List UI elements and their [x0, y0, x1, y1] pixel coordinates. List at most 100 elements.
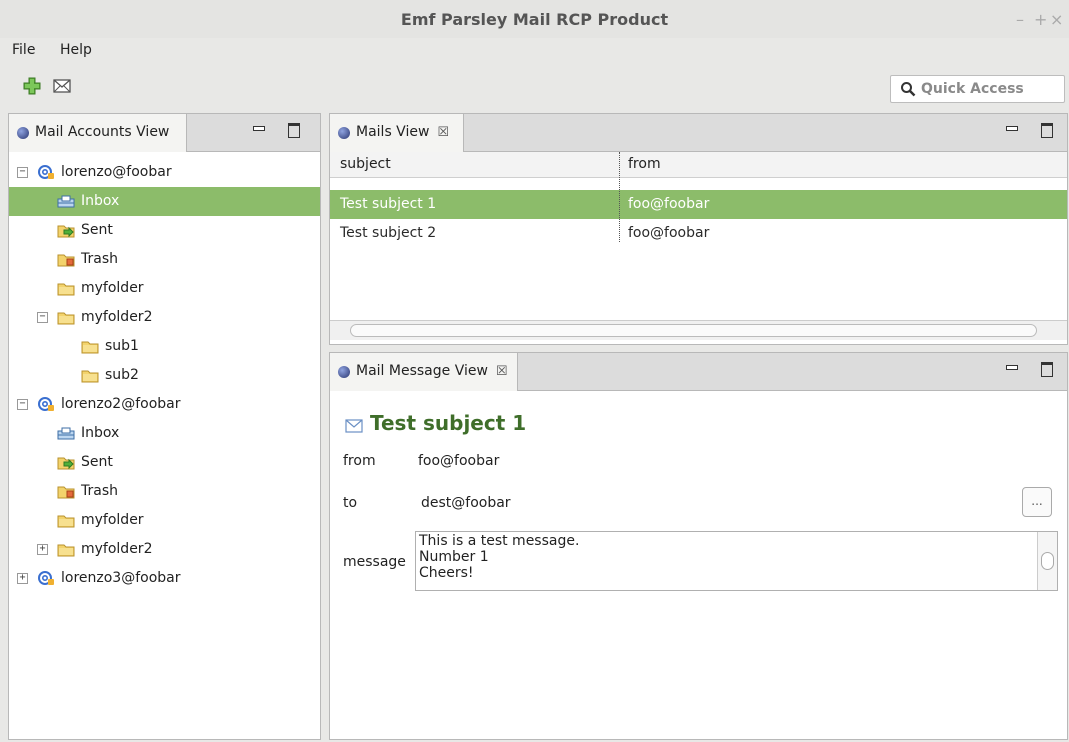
tree-item-label: Inbox — [81, 425, 120, 441]
scroll-thumb[interactable] — [350, 324, 1037, 337]
tab-mail-accounts-view[interactable]: Mail Accounts View — [9, 114, 187, 152]
tree-folder[interactable]: Inbox — [9, 419, 320, 448]
sent-icon — [57, 454, 75, 470]
mail-icon — [345, 419, 363, 433]
view-icon — [338, 127, 350, 139]
tab-label: Mail Accounts View — [35, 124, 170, 140]
minimize-view-button[interactable] — [1004, 361, 1018, 375]
row-from: foo@foobar — [628, 196, 710, 212]
minimize-view-button[interactable] — [1004, 122, 1018, 136]
plus-icon[interactable] — [22, 76, 42, 96]
maximize-window-button[interactable]: + — [1034, 10, 1047, 29]
column-divider — [619, 152, 620, 242]
inbox-icon — [57, 193, 75, 209]
collapse-icon[interactable]: − — [17, 399, 28, 410]
message-label: message — [343, 554, 406, 570]
minimize-window-button[interactable]: – — [1016, 10, 1024, 29]
tree-folder[interactable]: myfolder — [9, 274, 320, 303]
column-header-subject[interactable]: subject — [340, 156, 391, 172]
tree-item-label: lorenzo2@foobar — [61, 396, 181, 412]
tree-folder[interactable]: + myfolder2 — [9, 535, 320, 564]
to-value[interactable]: dest@foobar — [421, 495, 511, 511]
tree-account[interactable]: + lorenzo3@foobar — [9, 564, 320, 593]
message-body-textarea[interactable]: This is a test message. Number 1 Cheers! — [415, 531, 1058, 591]
tree-item-label: sub1 — [105, 338, 139, 354]
expand-icon[interactable]: + — [17, 573, 28, 584]
tree-folder[interactable]: Sent — [9, 448, 320, 477]
account-icon — [37, 164, 55, 180]
quick-access-input[interactable]: Quick Access — [890, 75, 1065, 103]
accounts-tree: − lorenzo@foobar Inbox Sent Trash myfolder − my… — [9, 158, 320, 739]
mail-accounts-view: Mail Accounts View − lorenzo@foobar Inbox S… — [8, 113, 321, 740]
folder-icon — [57, 541, 75, 557]
from-value[interactable]: foo@foobar — [418, 453, 499, 469]
tree-subfolder[interactable]: sub1 — [9, 332, 320, 361]
quick-access-placeholder: Quick Access — [921, 81, 1024, 97]
minimize-view-button[interactable] — [251, 122, 265, 136]
tree-subfolder[interactable]: sub2 — [9, 361, 320, 390]
tab-mails-view[interactable]: Mails View ☒ — [330, 114, 464, 152]
collapse-icon[interactable]: − — [17, 167, 28, 178]
maximize-view-button[interactable] — [287, 122, 301, 138]
row-subject: Test subject 2 — [340, 225, 437, 241]
tree-item-label: myfolder2 — [81, 541, 153, 557]
scroll-thumb[interactable] — [1041, 552, 1054, 570]
tree-item-label: Sent — [81, 454, 113, 470]
row-from: foo@foobar — [628, 225, 710, 241]
tree-item-label: Trash — [81, 483, 118, 499]
menu-file[interactable]: File — [12, 42, 35, 58]
maximize-view-button[interactable] — [1040, 122, 1054, 138]
account-icon — [37, 396, 55, 412]
tab-mail-message-view[interactable]: Mail Message View ☒ — [330, 353, 518, 391]
tree-folder[interactable]: Sent — [9, 216, 320, 245]
tree-account[interactable]: − lorenzo2@foobar — [9, 390, 320, 419]
row-subject: Test subject 1 — [340, 196, 437, 212]
tree-item-label: sub2 — [105, 367, 139, 383]
mail-icon[interactable] — [52, 76, 72, 96]
tree-account[interactable]: − lorenzo@foobar — [9, 158, 320, 187]
tree-folder[interactable]: myfolder — [9, 506, 320, 535]
message-subject-heading: Test subject 1 — [370, 411, 527, 435]
recipient-picker-button[interactable]: ... — [1022, 487, 1052, 517]
trash-icon — [57, 251, 75, 267]
account-icon — [37, 570, 55, 586]
tree-item-label: Sent — [81, 222, 113, 238]
column-header-from[interactable]: from — [628, 156, 661, 172]
tree-item-label: Trash — [81, 251, 118, 267]
tree-item-label: myfolder — [81, 280, 144, 296]
close-tab-icon[interactable]: ☒ — [437, 125, 449, 140]
close-tab-icon[interactable]: ☒ — [496, 364, 508, 379]
message-tab-row: Mail Message View ☒ — [330, 353, 1067, 391]
tree-folder[interactable]: − myfolder2 — [9, 303, 320, 332]
folder-icon — [57, 280, 75, 296]
title-bar: Emf Parsley Mail RCP Product – + × — [0, 0, 1069, 38]
message-line: Number 1 — [419, 549, 489, 565]
table-row[interactable]: Test subject 1 foo@foobar — [330, 190, 1067, 219]
vertical-scrollbar[interactable] — [1037, 532, 1057, 590]
table-header: subject from — [330, 152, 1067, 178]
expand-icon[interactable]: + — [37, 544, 48, 555]
maximize-view-button[interactable] — [1040, 361, 1054, 377]
mail-message-view: Mail Message View ☒ Test subject 1 from f… — [329, 352, 1068, 740]
message-line: Cheers! — [419, 565, 474, 581]
tree-item-label: Inbox — [81, 193, 120, 209]
tree-folder[interactable]: Inbox — [9, 187, 320, 216]
close-window-button[interactable]: × — [1050, 10, 1063, 29]
tree-folder[interactable]: Trash — [9, 477, 320, 506]
menu-bar: File Help — [0, 38, 1069, 64]
table-row[interactable]: Test subject 2 foo@foobar — [330, 219, 1067, 248]
sent-icon — [57, 222, 75, 238]
tree-item-label: lorenzo@foobar — [61, 164, 172, 180]
tree-folder[interactable]: Trash — [9, 245, 320, 274]
from-label: from — [343, 453, 376, 469]
accounts-tab-row: Mail Accounts View — [9, 114, 320, 152]
horizontal-scrollbar[interactable] — [330, 320, 1067, 340]
folder-icon — [57, 512, 75, 528]
folder-icon — [81, 367, 99, 383]
collapse-icon[interactable]: − — [37, 312, 48, 323]
tree-item-label: myfolder2 — [81, 309, 153, 325]
to-label: to — [343, 495, 358, 511]
search-icon — [901, 82, 916, 97]
folder-icon — [81, 338, 99, 354]
menu-help[interactable]: Help — [60, 42, 92, 58]
